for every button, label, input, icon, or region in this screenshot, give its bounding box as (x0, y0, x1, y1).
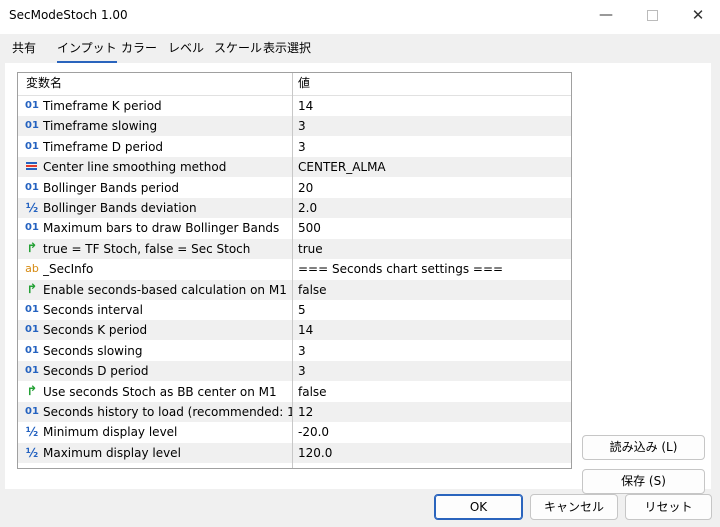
input-row[interactable]: ab _SecInfo === Seconds chart settings === (18, 259, 571, 279)
grid-header: 変数名 値 (18, 73, 571, 93)
tab-inputs[interactable]: インプット (57, 39, 117, 63)
variable-name: Use seconds Stoch as BB center on M1 (43, 384, 277, 399)
input-row[interactable]: ½ Minimum display level -20.0 (18, 422, 571, 442)
window-title: SecModeStoch 1.00 (9, 8, 128, 22)
boolean-icon: ↱ (26, 281, 38, 297)
input-row[interactable]: 01 Timeframe slowing 3 (18, 116, 571, 137)
tab-colors[interactable]: カラー (121, 39, 157, 61)
integer-icon: 01 (25, 365, 39, 377)
input-row[interactable]: 01 Seconds slowing 3 (18, 341, 571, 361)
header-value: 値 (298, 76, 311, 90)
variable-value[interactable]: 3 (298, 361, 568, 381)
maximize-icon (646, 9, 658, 21)
double-icon: ½ (25, 445, 39, 460)
variable-name: Minimum display level (43, 425, 178, 440)
input-row[interactable]: 01 Timeframe K period 14 (18, 96, 571, 116)
variable-name: Maximum bars to draw Bollinger Bands (43, 221, 280, 236)
variable-name: Timeframe slowing (43, 119, 158, 134)
input-row[interactable]: 01 Bollinger Bands period 20 (18, 178, 571, 198)
tab-levels[interactable]: レベル (168, 39, 204, 61)
enum-icon (24, 162, 40, 172)
input-row[interactable]: 01 Timeframe D period 3 (18, 137, 571, 157)
integer-icon: 01 (25, 100, 39, 111)
variable-name: Timeframe K period (43, 99, 162, 113)
cancel-button[interactable]: キャンセル (530, 494, 618, 520)
input-row[interactable]: Center line smoothing method CENTER_ALMA (18, 157, 571, 178)
variable-value[interactable]: CENTER_ALMA (298, 157, 568, 177)
input-row[interactable]: ½ Maximum display level 120.0 (18, 442, 571, 463)
integer-icon: 01 (25, 222, 39, 234)
integer-icon: 01 (25, 140, 39, 152)
variable-value[interactable]: === Seconds chart settings === (298, 259, 568, 279)
variable-name: Seconds history to load (recommended: 12… (43, 405, 293, 419)
tab-common[interactable]: 共有 (12, 39, 36, 61)
integer-icon: 01 (25, 344, 39, 356)
variable-name: Enable seconds-based calculation on M1 (43, 282, 287, 297)
variable-value[interactable]: false (298, 382, 568, 402)
variable-value[interactable]: 2.0 (298, 198, 568, 218)
ok-button[interactable]: OK (434, 494, 523, 520)
variable-value[interactable]: 120.0 (298, 443, 568, 463)
boolean-icon: ↱ (26, 383, 38, 399)
variable-value[interactable]: 3 (298, 341, 568, 361)
variable-name: Timeframe D period (43, 139, 164, 154)
maximize-button (629, 0, 675, 32)
dialog-body: 共有 インプット カラー レベル スケール 表示選択 変数名 値 01 Timef… (0, 34, 720, 527)
variable-value[interactable]: -20.0 (298, 422, 568, 442)
input-row[interactable]: 01 Maximum bars to draw Bollinger Bands 50… (18, 218, 571, 238)
variable-value[interactable]: 20 (298, 178, 568, 198)
variable-name: Seconds K period (43, 323, 148, 338)
variable-name: Center line smoothing method (43, 160, 227, 175)
integer-icon: 01 (25, 181, 39, 193)
tab-visualization[interactable]: 表示選択 (263, 39, 311, 61)
string-icon: ab (25, 262, 39, 276)
close-button[interactable]: ✕ (675, 0, 720, 32)
inputs-grid: 変数名 値 01 Timeframe K period 14 01 Timeframe … (17, 72, 572, 469)
minimize-button[interactable]: — (583, 0, 629, 32)
save-button[interactable]: 保存 (S) (582, 469, 705, 494)
variable-name: Bollinger Bands period (43, 180, 180, 195)
variable-value[interactable]: true (298, 239, 568, 259)
integer-icon: 01 (25, 120, 39, 132)
variable-name: Seconds D period (43, 364, 149, 379)
variable-value[interactable]: 5 (298, 300, 568, 320)
reset-button[interactable]: リセット (625, 494, 712, 520)
inputs-panel: 変数名 値 01 Timeframe K period 14 01 Timeframe … (5, 63, 711, 494)
input-row[interactable]: ↱ true = TF Stoch, false = Sec Stoch true (18, 238, 571, 259)
title-bar: SecModeStoch 1.00 — ✕ (0, 0, 720, 35)
variable-name: Seconds slowing (43, 343, 143, 358)
input-row[interactable]: 01 Seconds K period 14 (18, 320, 571, 341)
input-row[interactable]: 01 Seconds D period 3 (18, 361, 571, 382)
variable-name: _SecInfo (43, 262, 94, 277)
variable-value[interactable]: false (298, 280, 568, 300)
double-icon: ½ (25, 425, 39, 440)
variable-value[interactable]: 500 (298, 218, 568, 238)
double-icon: ½ (25, 201, 39, 215)
tab-scale[interactable]: スケール (214, 39, 262, 61)
variable-name: Seconds interval (43, 303, 143, 317)
variable-value[interactable]: 3 (298, 116, 568, 136)
variable-name: Bollinger Bands deviation (43, 201, 197, 215)
input-row[interactable]: ↱ Use seconds Stoch as BB center on M1 fal… (18, 382, 571, 402)
input-row[interactable]: 01 Seconds history to load (recommended: … (18, 402, 571, 422)
variable-value[interactable]: 12 (298, 402, 568, 422)
variable-value[interactable]: 14 (298, 96, 568, 116)
variable-value[interactable]: 14 (298, 320, 568, 340)
input-row[interactable]: ↱ Enable seconds-based calculation on M1 f… (18, 279, 571, 300)
load-button[interactable]: 読み込み (L) (582, 435, 705, 460)
header-divider (18, 95, 571, 96)
column-separator (292, 73, 293, 468)
integer-icon: 01 (25, 406, 39, 417)
input-row[interactable]: 01 Seconds interval 5 (18, 300, 571, 320)
variable-name: true = TF Stoch, false = Sec Stoch (43, 241, 251, 256)
input-row[interactable]: ½ Bollinger Bands deviation 2.0 (18, 198, 571, 218)
integer-icon: 01 (25, 304, 39, 315)
integer-icon: 01 (25, 324, 39, 336)
header-variable: 変数名 (26, 76, 63, 90)
boolean-icon: ↱ (26, 240, 38, 256)
variable-name: Maximum display level (43, 445, 181, 460)
variable-value[interactable]: 3 (298, 137, 568, 157)
